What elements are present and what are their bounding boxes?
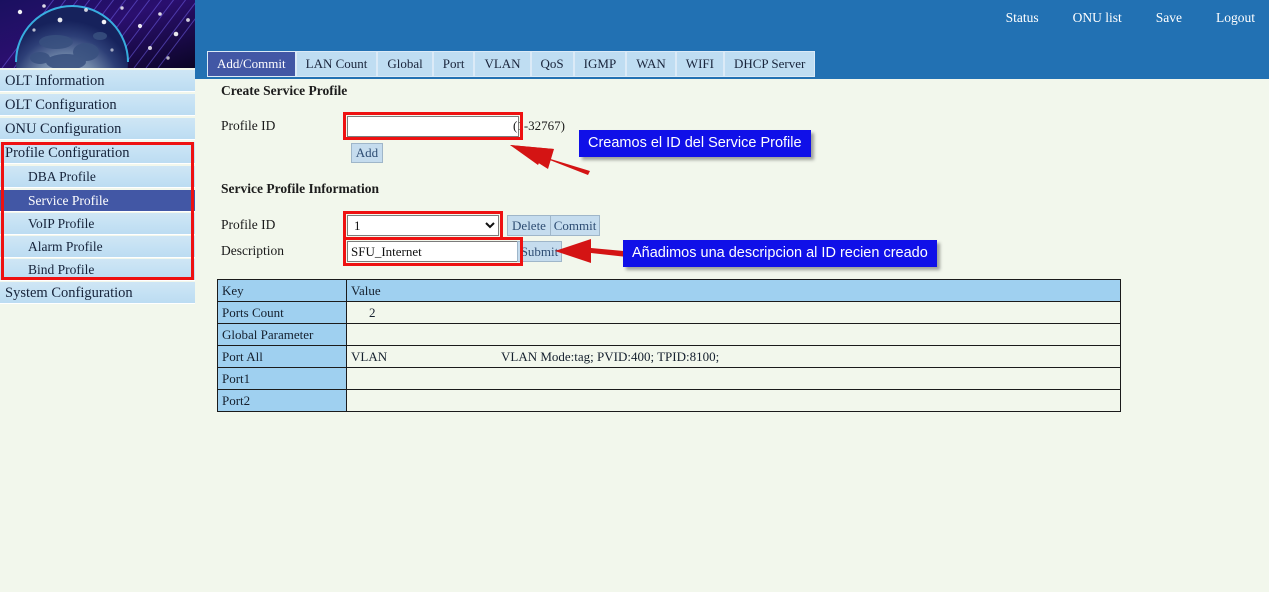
main-content: ForoISP Create Service Profile Profile I… [195, 79, 1269, 592]
sidebar-item-bind-profile[interactable]: Bind Profile [0, 259, 195, 281]
top-nav-onu-list[interactable]: ONU list [1073, 10, 1122, 26]
top-nav-save[interactable]: Save [1156, 10, 1182, 26]
top-header-bar: Status ONU list Save Logout [195, 0, 1269, 46]
service-profile-information-title: Service Profile Information [221, 181, 379, 196]
tab-igmp[interactable]: IGMP [574, 52, 626, 76]
port-all-type: VLAN [351, 348, 388, 364]
table-cell-value [346, 323, 1121, 346]
table-header-row: Key Value [217, 279, 1121, 302]
table-cell-key: Port2 [217, 389, 347, 412]
table-row: Port2 [217, 389, 1121, 412]
sidebar-item-olt-configuration[interactable]: OLT Configuration [0, 94, 195, 116]
sidebar-item-label: Bind Profile [28, 262, 95, 277]
tab-global[interactable]: Global [378, 52, 432, 76]
table-row: Port1 [217, 367, 1121, 390]
tab-qos[interactable]: QoS [531, 52, 573, 76]
table-cell-value [346, 389, 1121, 412]
sidebar-item-olt-information[interactable]: OLT Information [0, 70, 195, 92]
sidebar-item-alarm-profile[interactable]: Alarm Profile [0, 236, 195, 258]
annotation-callout-1: Creamos el ID del Service Profile [579, 130, 811, 157]
sidebar-item-label: DBA Profile [28, 169, 96, 184]
table-row: Global Parameter [217, 323, 1121, 346]
tab-wifi[interactable]: WIFI [676, 52, 723, 76]
tab-dhcp-server[interactable]: DHCP Server [724, 52, 815, 76]
tab-vlan[interactable]: VLAN [475, 52, 530, 76]
table-cell-key: Global Parameter [217, 323, 347, 346]
tab-list: Add/Commit LAN Count Global Port VLAN Qo… [207, 51, 816, 77]
sidebar-item-label: Service Profile [28, 193, 109, 208]
sidebar-item-label: System Configuration [5, 285, 133, 301]
sidebar: OLT Information OLT Configuration ONU Co… [0, 0, 195, 592]
table-row: Ports Count 2 [217, 301, 1121, 324]
sidebar-item-label: ONU Configuration [5, 121, 122, 137]
sidebar-item-system-configuration[interactable]: System Configuration [0, 282, 195, 304]
sidebar-item-label: VoIP Profile [28, 216, 95, 231]
profile-id-select[interactable]: 1 [347, 215, 499, 236]
delete-button[interactable]: Delete [507, 215, 551, 236]
tab-lan-count[interactable]: LAN Count [296, 52, 377, 76]
tab-wan[interactable]: WAN [627, 52, 675, 76]
sidebar-item-service-profile[interactable]: Service Profile [0, 190, 195, 212]
create-profile-id-input[interactable] [347, 116, 519, 137]
table-cell-key: Ports Count [217, 301, 347, 324]
top-nav-logout[interactable]: Logout [1216, 10, 1255, 26]
port-all-detail: VLAN Mode:tag; PVID:400; TPID:8100; [501, 348, 720, 364]
sidebar-item-onu-configuration[interactable]: ONU Configuration [0, 118, 195, 140]
description-input[interactable] [347, 241, 519, 262]
table-cell-value [346, 367, 1121, 390]
ports-count-value: 2 [369, 304, 376, 320]
info-profile-id-label: Profile ID [221, 217, 276, 232]
sidebar-item-label: OLT Information [5, 73, 105, 89]
sidebar-item-profile-configuration[interactable]: Profile Configuration [0, 142, 195, 164]
tab-port[interactable]: Port [433, 52, 474, 76]
sidebar-item-label: OLT Configuration [5, 97, 117, 113]
table-header-value: Value [346, 279, 1121, 302]
service-profile-table: Key Value Ports Count 2 Global Parameter… [217, 279, 1121, 412]
commit-button[interactable]: Commit [550, 215, 600, 236]
top-nav-links: Status ONU list Save Logout [1006, 10, 1255, 26]
add-button[interactable]: Add [351, 143, 383, 163]
sidebar-item-label: Alarm Profile [28, 239, 103, 254]
create-service-profile-title: Create Service Profile [221, 83, 348, 98]
table-cell-value: 2 [346, 301, 1121, 324]
table-cell-value: VLAN VLAN Mode:tag; PVID:400; TPID:8100; [346, 345, 1121, 368]
globe-fiber-icon [0, 0, 195, 68]
sidebar-item-label: Profile Configuration [5, 145, 130, 161]
table-row: Port All VLAN VLAN Mode:tag; PVID:400; TP… [217, 345, 1121, 368]
sidebar-item-voip-profile[interactable]: VoIP Profile [0, 213, 195, 235]
table-header-key: Key [217, 279, 347, 302]
tab-strip: Add/Commit LAN Count Global Port VLAN Qo… [195, 46, 1269, 79]
annotation-callout-2: Añadimos una descripcion al ID recien cr… [623, 240, 937, 267]
banner-globe-image [0, 0, 195, 68]
tab-add-commit[interactable]: Add/Commit [208, 52, 295, 76]
table-cell-key: Port1 [217, 367, 347, 390]
top-nav-status[interactable]: Status [1006, 10, 1039, 26]
sidebar-item-dba-profile[interactable]: DBA Profile [0, 166, 195, 188]
table-cell-key: Port All [217, 345, 347, 368]
create-profile-id-label: Profile ID [221, 118, 276, 133]
description-label: Description [221, 243, 284, 258]
